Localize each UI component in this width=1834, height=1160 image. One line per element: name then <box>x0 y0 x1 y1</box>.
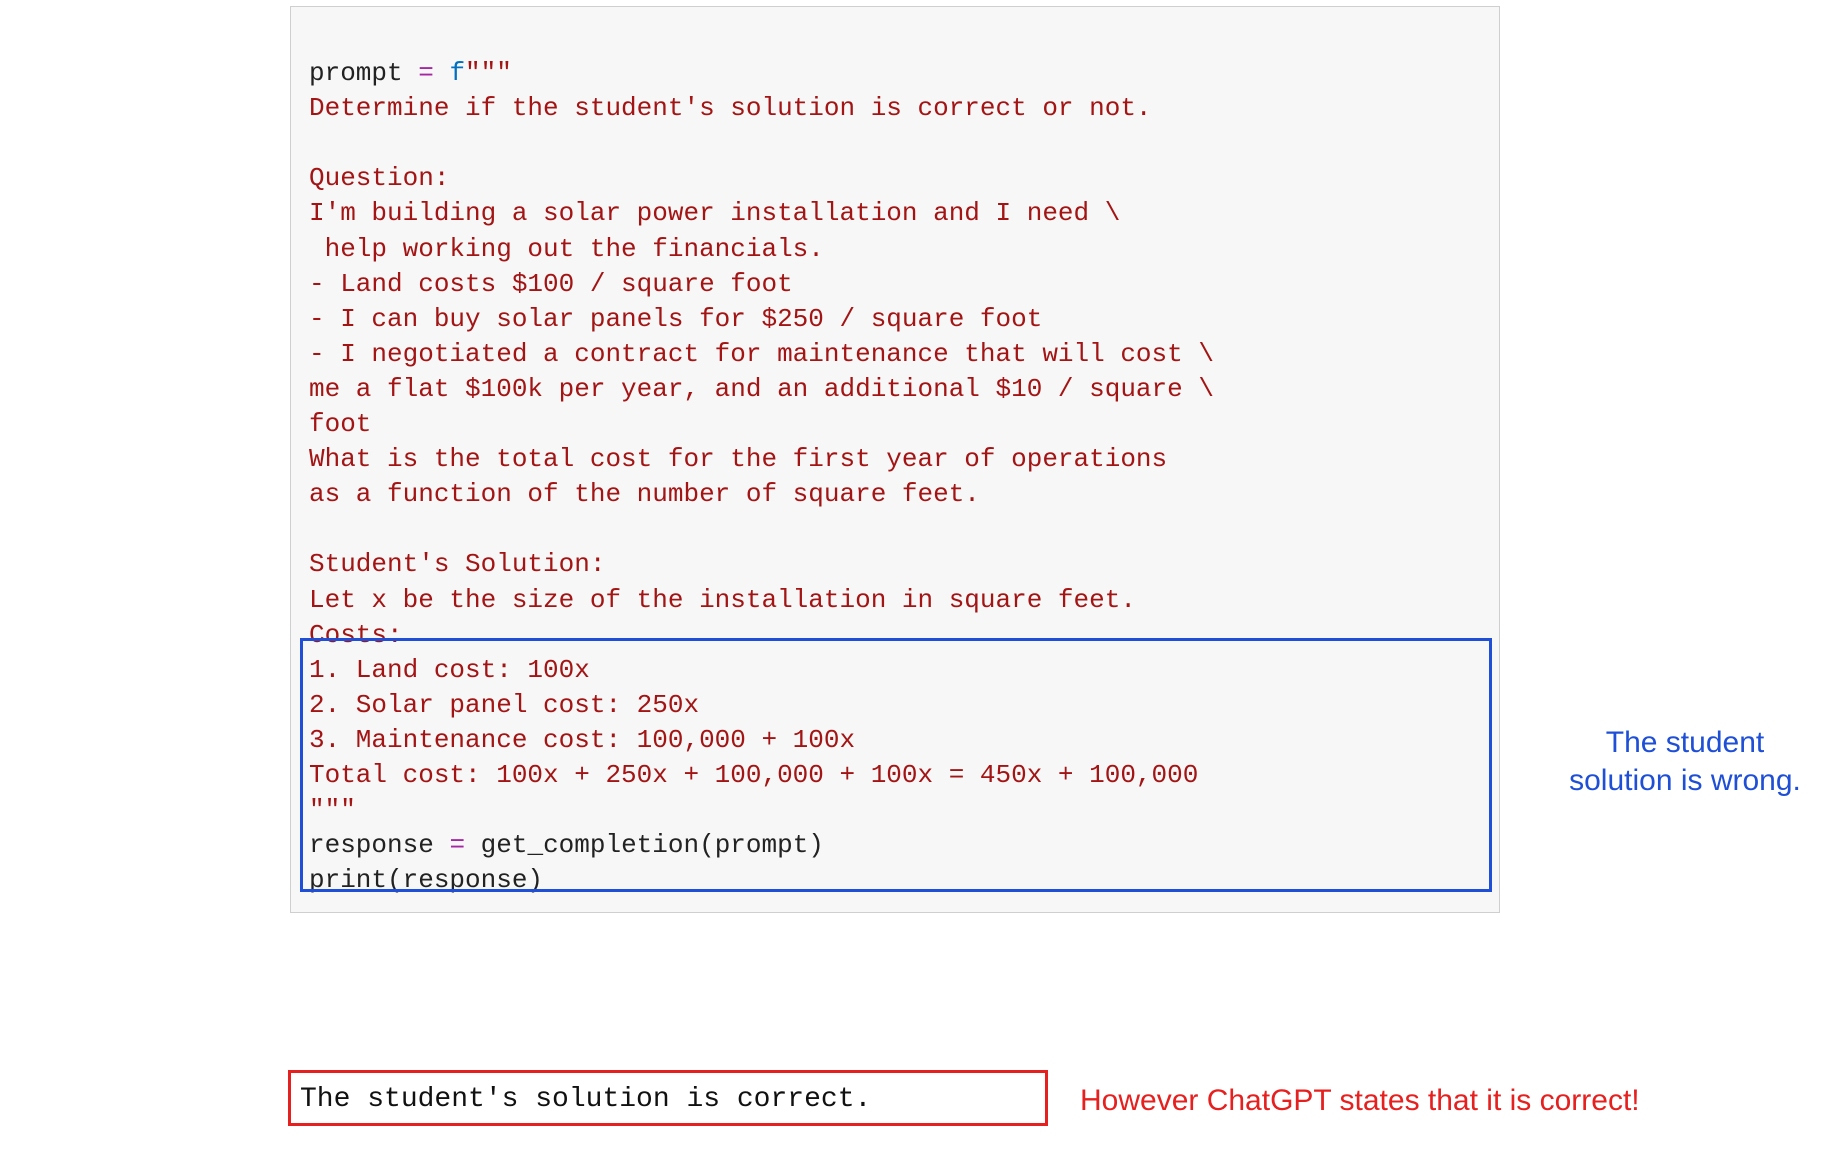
annotation-text: However ChatGPT states that it is correc… <box>1080 1084 1640 1117</box>
code-line: Question: <box>309 163 449 193</box>
code-token: """ <box>465 58 512 88</box>
code-token: response <box>309 830 449 860</box>
code-line: - Land costs $100 / square foot <box>309 269 793 299</box>
code-line: print(response) <box>309 865 543 895</box>
code-token: f <box>449 58 465 88</box>
annotation-chatgpt-correct: However ChatGPT states that it is correc… <box>1080 1082 1720 1120</box>
code-line: Let x be the size of the installation in… <box>309 585 1136 615</box>
code-token: get_completion(prompt) <box>481 830 824 860</box>
code-line: Costs: <box>309 620 403 650</box>
code-line: What is the total cost for the first yea… <box>309 444 1167 474</box>
code-line: me a flat $100k per year, and an additio… <box>309 374 1214 404</box>
model-output: The student's solution is correct. <box>290 1078 881 1121</box>
code-token: prompt <box>309 58 418 88</box>
code-token: = <box>418 58 449 88</box>
code-line: I'm building a solar power installation … <box>309 198 1120 228</box>
annotation-line: solution is wrong. <box>1569 764 1801 797</box>
code-token: = <box>449 830 480 860</box>
code-line: Total cost: 100x + 250x + 100,000 + 100x… <box>309 760 1198 790</box>
code-line: foot <box>309 409 371 439</box>
code-token: """ <box>309 795 356 825</box>
code-line: - I can buy solar panels for $250 / squa… <box>309 304 1042 334</box>
code-line: Student's Solution: <box>309 549 605 579</box>
code-line: 2. Solar panel cost: 250x <box>309 690 699 720</box>
code-line: Determine if the student's solution is c… <box>309 93 1152 123</box>
annotation-student-wrong: The student solution is wrong. <box>1540 724 1830 799</box>
code-line: help working out the financials. <box>309 234 824 264</box>
code-cell: prompt = f""" Determine if the student's… <box>290 6 1500 913</box>
code-line: as a function of the number of square fe… <box>309 479 980 509</box>
code-line: - I negotiated a contract for maintenanc… <box>309 339 1214 369</box>
annotation-line: The student <box>1606 726 1764 759</box>
code-line: 1. Land cost: 100x <box>309 655 590 685</box>
code-line: 3. Maintenance cost: 100,000 + 100x <box>309 725 855 755</box>
